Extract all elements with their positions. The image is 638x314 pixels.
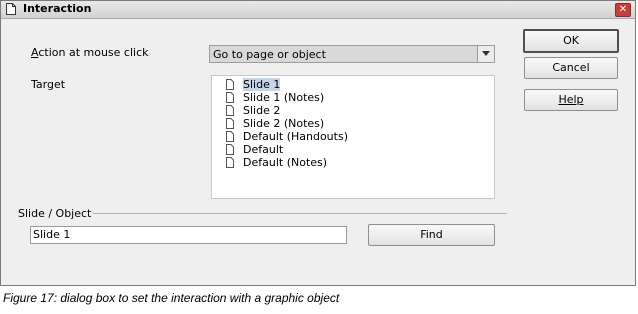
slide-object-input-field[interactable] [33, 228, 333, 241]
list-item-label: Slide 2 [243, 104, 281, 117]
document-icon [226, 118, 234, 129]
document-icon [226, 105, 234, 116]
close-button[interactable]: ✕ [615, 3, 631, 17]
document-icon [6, 3, 16, 15]
close-icon: ✕ [618, 4, 628, 15]
ok-button[interactable]: OK [523, 29, 619, 53]
list-item-label: Default [243, 143, 284, 156]
action-dropdown-value: Go to page or object [213, 48, 326, 61]
document-icon [226, 144, 234, 155]
action-label: Action at mouse click [31, 46, 149, 59]
list-item-label: Default (Handouts) [243, 130, 348, 143]
target-label: Target [31, 78, 66, 91]
title-bar: Interaction ✕ [1, 1, 635, 19]
list-item-label: Slide 1 [243, 78, 281, 91]
interaction-dialog: Interaction ✕ Action at mouse click Go t… [0, 0, 636, 286]
chevron-down-icon [482, 51, 490, 56]
help-button[interactable]: Help [524, 89, 618, 111]
find-button[interactable]: Find [368, 224, 495, 246]
cancel-button-label: Cancel [552, 61, 590, 74]
document-icon [226, 92, 234, 103]
help-button-label: Help [558, 93, 584, 106]
list-item-label: Default (Notes) [243, 156, 328, 169]
slide-object-input[interactable] [30, 226, 347, 244]
dropdown-toggle[interactable] [477, 46, 494, 62]
section-label: Slide / Object [18, 207, 92, 220]
document-icon [226, 131, 234, 142]
target-list[interactable]: Slide 1 Slide 1 (Notes) Slide 2 Slide 2 … [211, 75, 495, 199]
list-item-label: Slide 1 (Notes) [243, 91, 325, 104]
figure-caption: Figure 17: dialog box to set the interac… [3, 291, 340, 305]
document-icon [226, 157, 234, 168]
action-dropdown[interactable]: Go to page or object [209, 45, 495, 63]
section-divider [93, 213, 507, 214]
document-icon [226, 79, 234, 90]
ok-button-label: OK [563, 34, 579, 47]
list-item-label: Slide 2 (Notes) [243, 117, 325, 130]
find-button-label: Find [420, 228, 443, 241]
cancel-button[interactable]: Cancel [524, 57, 618, 79]
dialog-title: Interaction [23, 2, 92, 15]
